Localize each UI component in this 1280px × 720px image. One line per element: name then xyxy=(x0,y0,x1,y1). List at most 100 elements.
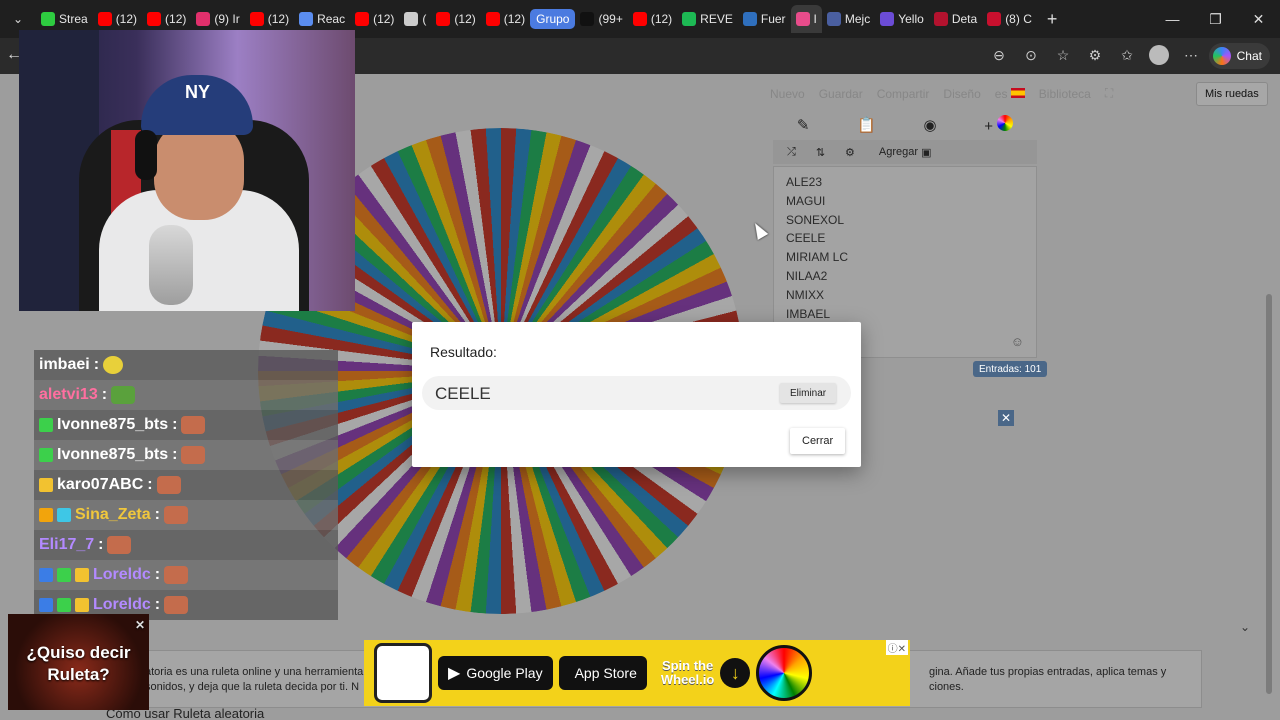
more-dots-circle-icon[interactable]: ⊙ xyxy=(1020,44,1042,66)
browser-tab[interactable]: I xyxy=(790,5,822,33)
nuevo-link[interactable]: Nuevo xyxy=(770,87,805,101)
guardar-link[interactable]: Guardar xyxy=(819,87,863,101)
tab-label: Fuer xyxy=(760,12,786,26)
biblioteca-link[interactable]: Biblioteca xyxy=(1039,87,1091,101)
browser-tab[interactable]: (12) xyxy=(431,5,480,33)
chat-colon: : xyxy=(93,356,100,373)
results-clipboard-icon[interactable]: 📋 xyxy=(857,116,876,134)
mis-ruedas-button[interactable]: Mis ruedas xyxy=(1196,82,1268,106)
tab-label: (12) xyxy=(267,12,290,26)
tab-favicon-icon xyxy=(580,12,595,26)
compartir-link[interactable]: Compartir xyxy=(877,87,930,101)
hide-eye-icon[interactable]: ◉ xyxy=(923,116,936,134)
sort-icon[interactable]: ⇅ xyxy=(810,142,831,162)
description-right-text: gina. Añade tus propias entradas, aplica… xyxy=(929,666,1167,693)
tab-strip-2: (99+ (12) REVE Fuer I Mejc Yello Deta (8) C xyxy=(575,5,1036,33)
profile-avatar-icon[interactable] xyxy=(1148,44,1170,66)
ruleta-promo-overlay: ✕ ¿Quiso decir Ruleta? xyxy=(8,614,149,710)
promo-close-icon[interactable]: ✕ xyxy=(135,614,145,636)
favorites-list-icon[interactable]: ✩ xyxy=(1116,44,1138,66)
chat-message: karo07ABC: xyxy=(34,470,338,500)
chat-emote-icon xyxy=(107,536,132,554)
browser-tab[interactable]: (8) C xyxy=(982,5,1037,33)
chat-colon: : xyxy=(154,506,160,523)
diseno-link[interactable]: Diseño xyxy=(943,87,980,101)
tab-favicon-icon xyxy=(880,12,895,26)
chat-badge-icon xyxy=(39,508,53,522)
browser-tab[interactable]: (12) xyxy=(142,5,191,33)
browser-tab[interactable]: (9) Ir xyxy=(191,5,244,33)
cerrar-button[interactable]: Cerrar xyxy=(790,428,846,454)
google-play-badge[interactable]: ▶ Google Play xyxy=(438,656,553,690)
browser-tab[interactable]: (99+ xyxy=(575,5,627,33)
tab-strip: Strea (12) (12) (9) Ir (12) Reac (12) ((12) (12) xyxy=(36,5,530,33)
chat-message: Eli17_7: xyxy=(34,530,338,560)
language-selector[interactable]: es xyxy=(995,87,1025,101)
tab-label: (12) xyxy=(373,12,395,26)
tab-favicon-icon xyxy=(196,12,211,26)
tab-favicon-icon xyxy=(485,12,500,26)
browser-tab[interactable]: ( xyxy=(399,5,431,33)
tab-favicon-icon xyxy=(97,12,112,26)
fullscreen-icon[interactable]: ⛶ xyxy=(1105,86,1113,101)
browser-tab[interactable]: REVE xyxy=(677,5,738,33)
browser-tab[interactable]: Yello xyxy=(875,5,929,33)
chat-username: Loreldc xyxy=(93,566,151,583)
chat-username: Loreldc xyxy=(93,596,151,613)
tab-group-label[interactable]: Grupo xyxy=(530,9,576,29)
browser-tab[interactable]: (12) xyxy=(481,5,530,33)
minimize-icon[interactable]: — xyxy=(1151,0,1194,38)
favorite-star-icon[interactable]: ☆ xyxy=(1052,44,1074,66)
tab-label: (12) xyxy=(454,12,476,26)
chat-colon: : xyxy=(154,566,161,583)
restore-icon[interactable]: ❐ xyxy=(1194,0,1237,38)
browser-tab[interactable]: Fuer xyxy=(738,5,791,33)
browser-tab[interactable]: Deta xyxy=(929,5,982,33)
agregar-label: Agregar xyxy=(878,146,919,158)
browser-tab[interactable]: (12) xyxy=(350,5,399,33)
chat-badge-icon xyxy=(39,598,53,612)
chat-badge-icon xyxy=(57,568,71,582)
tab-favicon-icon xyxy=(41,12,55,26)
browser-tab[interactable]: Strea xyxy=(36,5,93,33)
chat-badge-icon xyxy=(39,418,53,432)
settings-ellipsis-icon[interactable]: ⋯ xyxy=(1180,44,1202,66)
toolbar-icons: ⊖ ⊙ ☆ ⚙ ✩ ⋯ xyxy=(988,44,1202,66)
entry-item: MAGUI xyxy=(786,193,826,208)
ad-info-close-icon[interactable]: ⓘ✕ xyxy=(885,640,908,655)
tab-label: Reac xyxy=(317,12,346,26)
microphone-icon xyxy=(149,225,193,305)
new-tab-plus-icon[interactable]: + xyxy=(1037,9,1068,30)
spin-wheel-logo: Spin the Wheel.io xyxy=(661,659,714,687)
result-dialog: Resultado: CEELE Eliminar Cerrar xyxy=(412,322,861,467)
eliminar-button[interactable]: Eliminar xyxy=(780,383,837,403)
close-window-icon[interactable]: ✕ xyxy=(1237,0,1280,38)
window-controls: — ❐ ✕ xyxy=(1151,0,1280,38)
browser-tab[interactable]: (12) xyxy=(628,5,677,33)
agregar-image-button[interactable]: Agregar ▣ xyxy=(869,142,942,162)
chat-message: Ivonne875_bts: xyxy=(34,410,338,440)
close-x-icon[interactable]: ✕ xyxy=(998,410,1014,426)
settings-gear-icon[interactable]: ⚙ xyxy=(839,142,861,162)
chat-message: aletvi13: xyxy=(34,380,338,410)
chat-colon: : xyxy=(172,416,178,433)
pencil-edit-icon[interactable]: ✎ xyxy=(797,116,810,134)
emoji-smile-icon[interactable]: ☺ xyxy=(1011,334,1024,349)
app-store-badge[interactable]: App Store xyxy=(558,656,647,690)
browser-tab[interactable]: Mejc xyxy=(822,5,875,33)
copilot-chat-button[interactable]: Chat xyxy=(1208,43,1270,69)
ad-banner[interactable]: ▶ Google Play App Store Spin the Wheel.io … xyxy=(364,640,910,706)
entry-count-badge: Entradas: 101 xyxy=(973,361,1048,377)
chat-emote-icon xyxy=(181,416,206,434)
page-scrollbar[interactable] xyxy=(1266,294,1272,694)
shuffle-icon[interactable]: ⤮ xyxy=(781,142,802,162)
scroll-down-chevron-icon[interactable]: ⌄ xyxy=(1240,620,1250,634)
browser-tab[interactable]: Reac xyxy=(294,5,350,33)
entry-item: MIRIAM LC xyxy=(786,250,849,265)
extensions-icon[interactable]: ⚙ xyxy=(1084,44,1106,66)
browser-tab[interactable]: (12) xyxy=(93,5,142,33)
zoom-icon[interactable]: ⊖ xyxy=(988,44,1010,66)
add-color-icon[interactable]: + xyxy=(984,115,1014,135)
webcam-face-hands xyxy=(154,120,244,220)
browser-tab[interactable]: (12) xyxy=(245,5,294,33)
